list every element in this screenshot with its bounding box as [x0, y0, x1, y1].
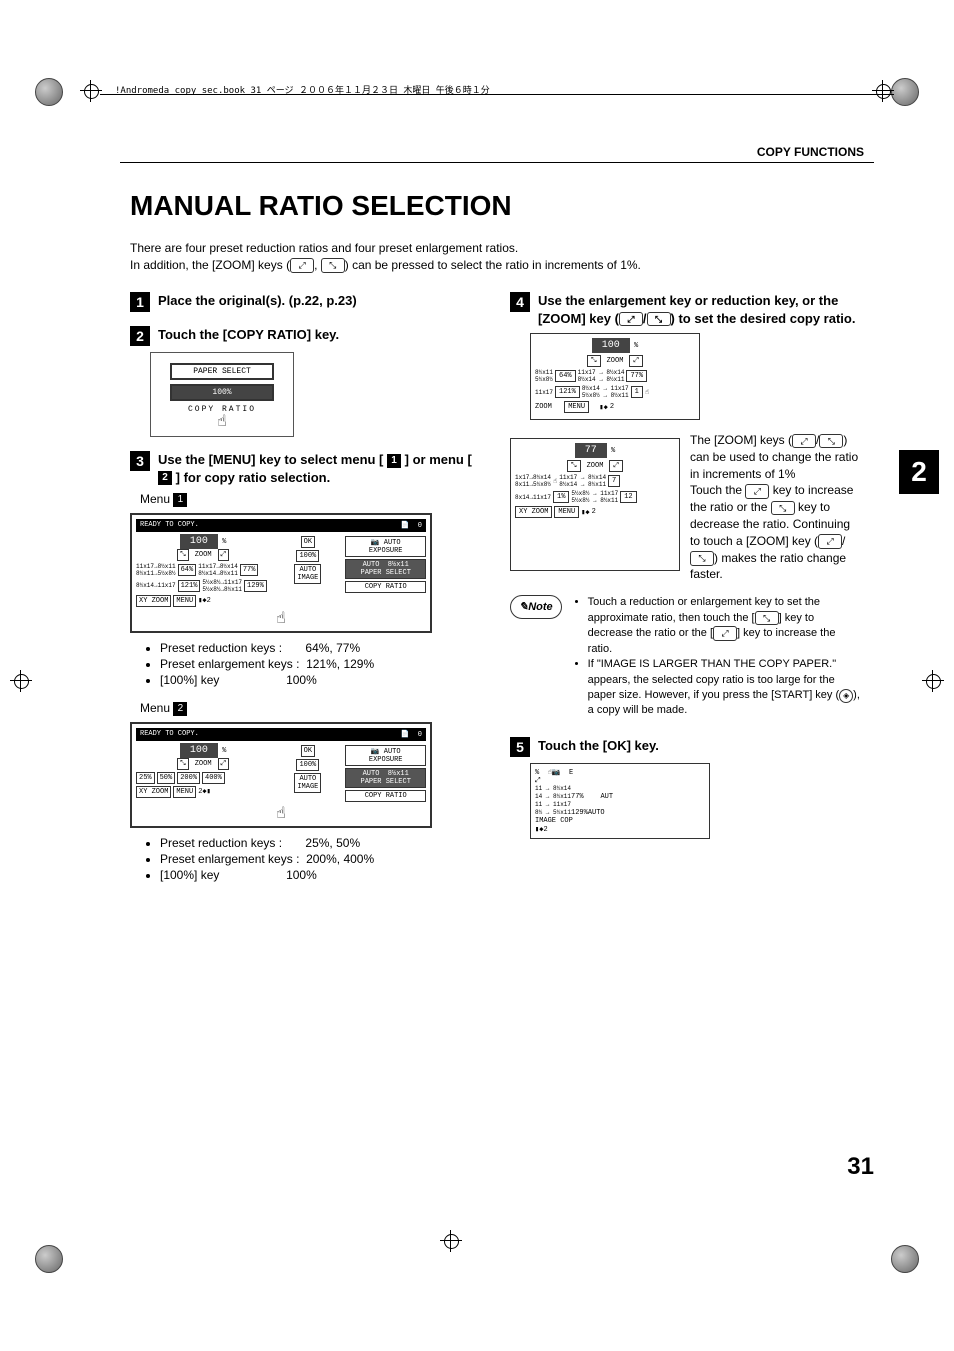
lcd-panel: PAPER SELECT 100% COPY RATIO ☝: [150, 352, 294, 437]
step-number: 3: [130, 451, 150, 471]
menu2-bullets: Preset reduction keys : 25%, 50% Preset …: [130, 836, 480, 882]
zoom-up-icon: ⤢: [792, 434, 816, 449]
hand-icon: ☝: [136, 611, 426, 627]
zoom-up-icon: ⤢: [535, 777, 541, 785]
note-text: Touch a reduction or enlargement key to …: [572, 595, 860, 719]
registration-mark: [80, 80, 102, 102]
note-label: ✎Note: [510, 595, 562, 619]
step-title: Touch the [COPY RATIO] key.: [158, 326, 480, 344]
content-columns: 1 Place the original(s). (p.22, p.23) 2 …: [130, 292, 860, 896]
hand-icon: ☝: [157, 414, 287, 430]
zoom-down-icon: ⤡: [771, 501, 795, 516]
zoom-down-icon: ⤡: [587, 355, 601, 367]
left-column: 1 Place the original(s). (p.22, p.23) 2 …: [130, 292, 480, 896]
registration-mark: [872, 80, 894, 102]
ratio-display: 100%: [170, 384, 274, 401]
step-1: 1 Place the original(s). (p.22, p.23): [130, 292, 480, 312]
zoom-up-icon: ⤢: [218, 758, 230, 770]
screen-menu2: READY TO COPY.📄 0 100 % ⤡ ZOOM ⤢ 25%: [130, 722, 432, 828]
menu2-label: Menu 2: [140, 701, 480, 716]
running-head: COPY FUNCTIONS: [757, 145, 864, 159]
zoom-down-icon: ⤡: [690, 551, 714, 566]
step-number: 2: [130, 326, 150, 346]
step-title: Use the enlargement key or reduction key…: [538, 292, 860, 327]
registration-mark: [440, 1230, 462, 1252]
zoom-up-icon: ⤢: [609, 460, 623, 472]
hand-icon: ☝: [136, 806, 426, 822]
step-2: 2 Touch the [COPY RATIO] key. PAPER SELE…: [130, 326, 480, 437]
page-title: MANUAL RATIO SELECTION: [130, 190, 512, 222]
zoom-panel-a: 100 % ⤡ ZOOM ⤢ 8½x11 5½x8½64%11x17 → 8½x…: [530, 333, 700, 420]
corner-mark: [35, 78, 63, 106]
screen-menu1: READY TO COPY.📄 0 100 % ⤡ ZOOM ⤢ 11x17→8…: [130, 513, 432, 633]
corner-mark: [891, 1245, 919, 1273]
corner-mark: [35, 1245, 63, 1273]
zoom-detail: 77 % ⤡ ZOOM ⤢ 1x17→8½x14 8x11→5½x8½☝11x1…: [510, 432, 860, 583]
page-number: 31: [847, 1153, 874, 1181]
step-number: 5: [510, 737, 530, 757]
zoom-up-icon: ⤢: [290, 258, 314, 273]
zoom-up-icon: ⤢: [619, 312, 643, 326]
intro-line2: In addition, the [ZOOM] keys (⤢, ⤡) can …: [130, 258, 641, 272]
manual-page: !Andromeda_copy_sec.book 31 ページ ２００６年１１月…: [0, 0, 954, 1351]
step-number: 1: [130, 292, 150, 312]
zoom-up-icon: ⤢: [745, 484, 769, 499]
menu1-label: Menu 1: [140, 492, 480, 507]
step-number: 4: [510, 292, 530, 312]
zoom-panel-b: 77 % ⤡ ZOOM ⤢ 1x17→8½x14 8x11→5½x8½☝11x1…: [510, 438, 680, 571]
step-5: 5 Touch the [OK] key. % ☝📷 E ⤢ 11 → 8½x1…: [510, 737, 860, 839]
zoom-down-icon: ⤡: [177, 549, 189, 561]
step-4: 4 Use the enlargement key or reduction k…: [510, 292, 860, 719]
crop-meta: !Andromeda_copy_sec.book 31 ページ ２００６年１１月…: [115, 83, 490, 96]
zoom-down-icon: ⤡: [567, 460, 581, 472]
registration-mark: [10, 670, 32, 692]
intro-text: There are four preset reduction ratios a…: [130, 240, 854, 274]
zoom-description: The [ZOOM] keys (⤢/⤡) can be used to cha…: [690, 432, 860, 583]
zoom-down-icon: ⤡: [647, 312, 671, 326]
right-column: 4 Use the enlargement key or reduction k…: [510, 292, 860, 896]
hand-icon: ☝: [645, 388, 649, 397]
zoom-down-icon: ⤡: [177, 758, 189, 770]
zoom-down-icon: ⤡: [819, 434, 843, 449]
menu1-badge: 1: [387, 454, 401, 468]
step-title: Touch the [OK] key.: [538, 737, 860, 755]
zoom-down-icon: ⤡: [755, 611, 779, 626]
step-title: Place the original(s). (p.22, p.23): [158, 292, 480, 310]
ok-panel: % ☝📷 E ⤢ 11 → 8½x14 14 → 8½x1177% AUT 11…: [530, 763, 710, 839]
registration-mark: [922, 670, 944, 692]
corner-mark: [891, 78, 919, 106]
chapter-tab: 2: [899, 450, 939, 494]
running-rule: [120, 162, 874, 163]
step-3: 3 Use the [MENU] key to select menu [ 1 …: [130, 451, 480, 882]
zoom-down-icon: ⤡: [321, 258, 345, 273]
note-box: ✎Note Touch a reduction or enlargement k…: [510, 595, 860, 719]
zoom-up-icon: ⤢: [629, 355, 643, 367]
intro-line1: There are four preset reduction ratios a…: [130, 241, 518, 255]
paper-select-key: PAPER SELECT: [170, 363, 274, 380]
menu2-badge: 2: [158, 471, 172, 485]
menu1-bullets: Preset reduction keys : 64%, 77% Preset …: [130, 641, 480, 687]
hand-icon: ☝: [553, 477, 557, 486]
step-title: Use the [MENU] key to select menu [ 1 ] …: [158, 451, 480, 486]
zoom-up-icon: ⤢: [218, 549, 230, 561]
zoom-up-icon: ⤢: [713, 626, 737, 641]
zoom-up-icon: ⤢: [818, 534, 842, 549]
